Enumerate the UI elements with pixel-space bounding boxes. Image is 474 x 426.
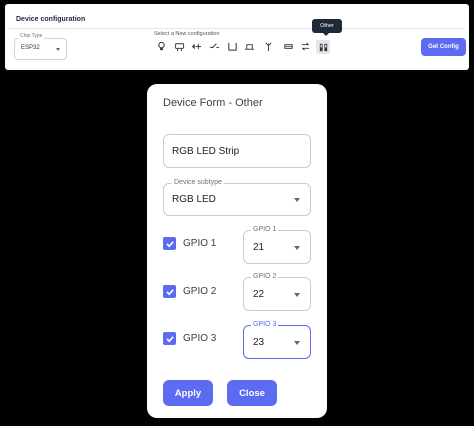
gpio-1-checkbox[interactable] bbox=[163, 237, 176, 250]
gpio-2-select[interactable]: GPIO 2 22 bbox=[243, 273, 311, 311]
gpio-2-field-label: GPIO 2 bbox=[251, 273, 279, 280]
close-button[interactable]: Close bbox=[227, 380, 277, 406]
form-title: Device Form - Other bbox=[163, 97, 263, 109]
servo-icon[interactable] bbox=[190, 40, 203, 53]
checkmark-icon bbox=[165, 240, 174, 247]
other-tooltip: Other bbox=[312, 19, 342, 33]
gpio-3-label: GPIO 3 bbox=[183, 333, 217, 344]
apply-button[interactable]: Apply bbox=[163, 380, 213, 406]
gpio-3-select[interactable]: GPIO 3 23 bbox=[243, 321, 311, 359]
device-subtype-select[interactable]: Device subtype RGB LED bbox=[163, 179, 311, 216]
gpio-2-checkbox[interactable] bbox=[163, 285, 176, 298]
gpio-3-value: 23 bbox=[253, 337, 265, 348]
chevron-down-icon bbox=[56, 48, 60, 51]
device-subtype-label: Device subtype bbox=[172, 179, 224, 186]
device-configuration-panel: Device configuration Chip Type ESP32 Sel… bbox=[5, 4, 469, 70]
config-title: Device configuration bbox=[16, 16, 86, 23]
select-configuration-label: Select a New configuration bbox=[154, 31, 220, 37]
tooltip-arrow bbox=[323, 33, 329, 36]
device-name-value: RGB LED Strip bbox=[172, 146, 240, 157]
chevron-down-icon bbox=[294, 341, 300, 345]
gpio-1-select[interactable]: GPIO 1 21 bbox=[243, 226, 311, 264]
display-icon[interactable] bbox=[226, 40, 239, 53]
chip-type-label: Chip Type bbox=[18, 33, 45, 39]
antenna-icon[interactable] bbox=[262, 40, 275, 53]
device-form-dialog: Device Form - Other RGB LED Strip Device… bbox=[147, 84, 327, 418]
config-divider bbox=[9, 28, 465, 29]
device-subtype-value: RGB LED bbox=[172, 194, 216, 205]
relay-icon[interactable] bbox=[208, 40, 221, 53]
gpio-3-field-label: GPIO 3 bbox=[251, 321, 279, 328]
gpio-1-label: GPIO 1 bbox=[183, 238, 217, 249]
chevron-down-icon bbox=[294, 198, 300, 202]
gpio-1-value: 21 bbox=[253, 242, 265, 253]
gpio-1-field-label: GPIO 1 bbox=[251, 226, 279, 233]
gpio-2-value: 22 bbox=[253, 289, 265, 300]
get-config-button[interactable]: Get Config bbox=[421, 38, 466, 56]
other-icon[interactable] bbox=[316, 40, 330, 54]
bracket-icon[interactable] bbox=[243, 40, 256, 53]
gpio-3-checkbox[interactable] bbox=[163, 332, 176, 345]
gpio-2-label: GPIO 2 bbox=[183, 286, 217, 297]
checkmark-icon bbox=[165, 335, 174, 342]
chip-type-select[interactable]: Chip Type ESP32 bbox=[14, 33, 67, 60]
led-strip-icon[interactable] bbox=[282, 40, 295, 53]
checkmark-icon bbox=[165, 288, 174, 295]
sensor-icon[interactable] bbox=[173, 40, 186, 53]
chip-type-value: ESP32 bbox=[21, 45, 40, 51]
chevron-down-icon bbox=[294, 293, 300, 297]
swap-icon[interactable] bbox=[299, 40, 312, 53]
chevron-down-icon bbox=[294, 246, 300, 250]
bulb-icon[interactable] bbox=[155, 40, 168, 53]
device-name-input[interactable]: RGB LED Strip bbox=[163, 134, 311, 168]
